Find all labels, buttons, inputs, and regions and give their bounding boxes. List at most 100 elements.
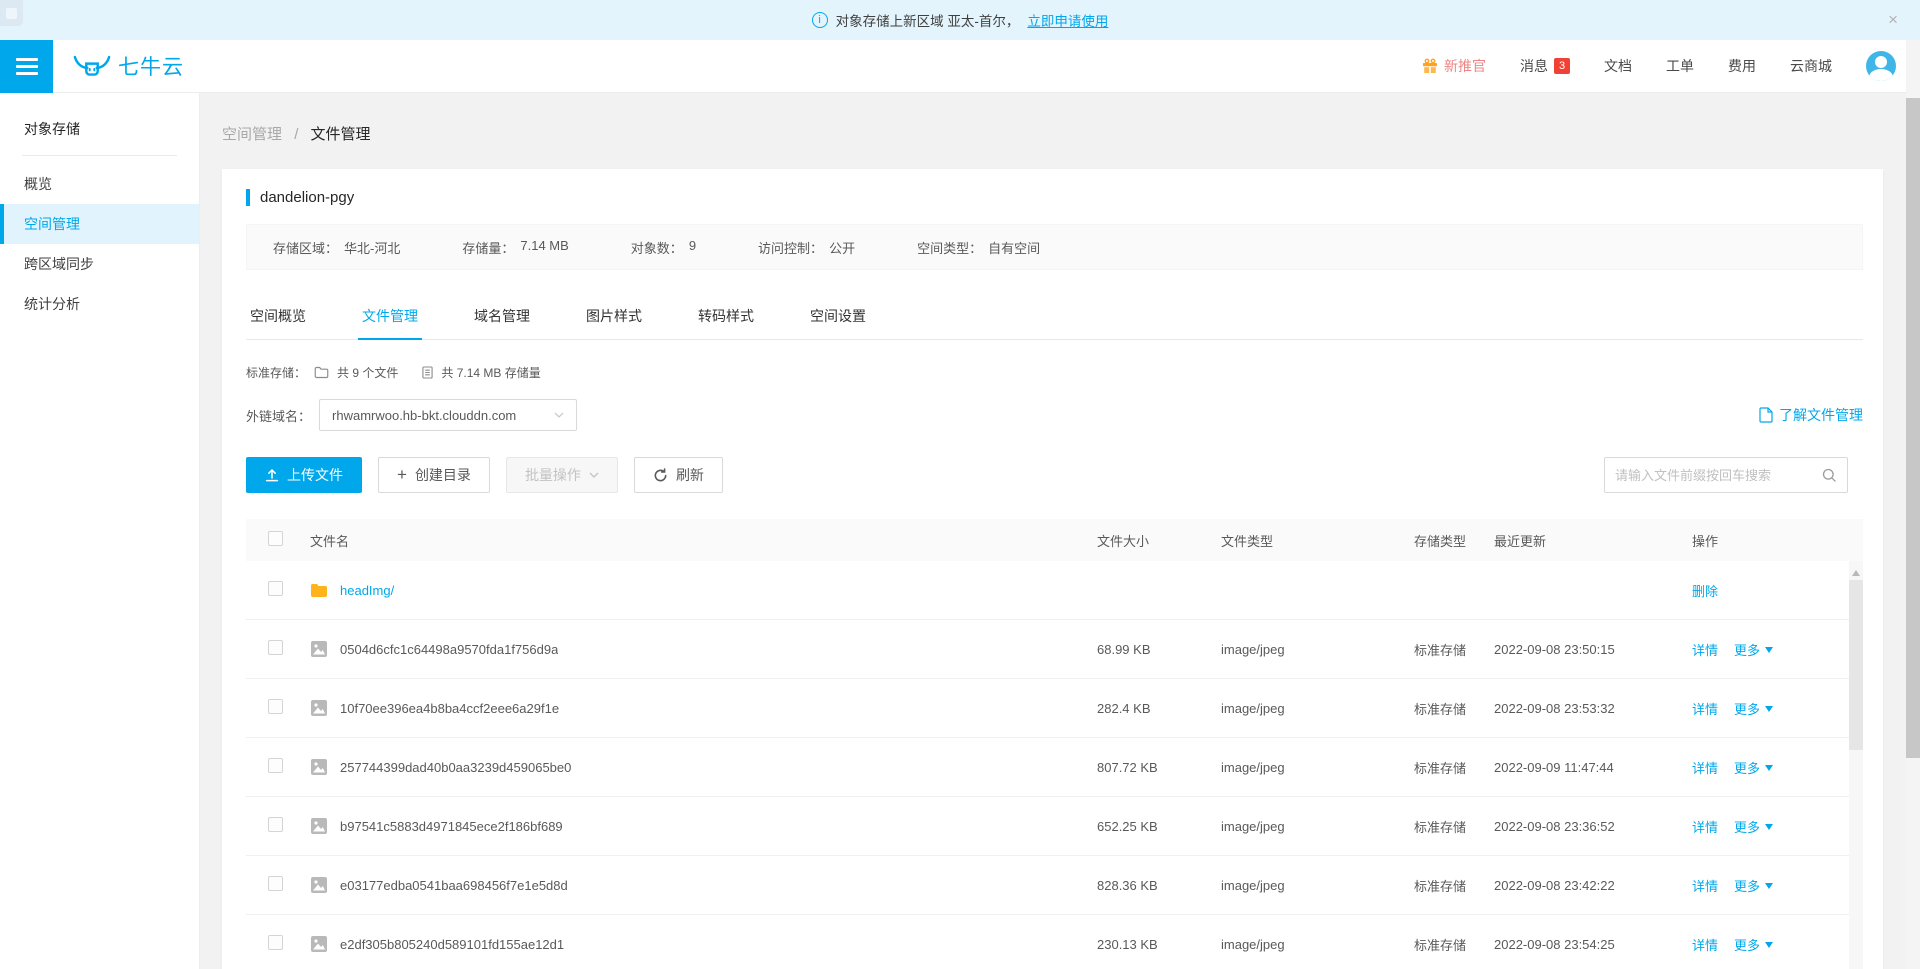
row-checkbox[interactable] bbox=[268, 758, 283, 773]
storage-type: 标准存储 bbox=[1414, 937, 1467, 953]
file-size: 652.25 KB bbox=[1097, 818, 1158, 834]
page-scrollbar[interactable] bbox=[1906, 40, 1920, 969]
detail-link[interactable]: 详情 bbox=[1692, 817, 1718, 836]
caret-down-icon bbox=[1765, 705, 1774, 716]
summary-file-count: 共 9 个文件 bbox=[337, 366, 399, 380]
select-all-checkbox[interactable] bbox=[268, 531, 283, 546]
file-table: 文件名 文件大小 文件类型 存储类型 最近更新 操作 headImg/ 删除 0… bbox=[246, 519, 1863, 969]
menu-button[interactable] bbox=[0, 39, 53, 93]
detail-link[interactable]: 详情 bbox=[1692, 640, 1718, 659]
nav-billing[interactable]: 费用 bbox=[1728, 56, 1756, 76]
row-checkbox[interactable] bbox=[268, 640, 283, 655]
table-scrollbar-thumb[interactable] bbox=[1849, 580, 1863, 750]
col-actions: 操作 bbox=[1692, 533, 1719, 549]
more-dropdown[interactable]: 更多 bbox=[1734, 935, 1774, 954]
bucket-name: dandelion-pgy bbox=[260, 189, 355, 206]
notification-apply-link[interactable]: 立即申请使用 bbox=[1027, 10, 1108, 30]
info-label: 存储量： bbox=[462, 240, 515, 256]
info-value: 9 bbox=[688, 237, 697, 253]
info-label: 存储区域： bbox=[273, 240, 339, 256]
file-type: image/jpeg bbox=[1221, 641, 1285, 657]
more-dropdown[interactable]: 更多 bbox=[1734, 758, 1774, 777]
nav-promoter[interactable]: 新推官 bbox=[1422, 56, 1486, 76]
tab-bucket-overview[interactable]: 空间概览 bbox=[246, 296, 310, 340]
more-dropdown[interactable]: 更多 bbox=[1734, 699, 1774, 718]
storage-volume-icon bbox=[422, 366, 433, 379]
breadcrumb-separator: / bbox=[294, 126, 299, 143]
refresh-button[interactable]: 刷新 bbox=[633, 457, 723, 493]
more-dropdown[interactable]: 更多 bbox=[1734, 640, 1774, 659]
more-dropdown[interactable]: 更多 bbox=[1734, 876, 1774, 895]
tab-domain-management[interactable]: 域名管理 bbox=[470, 296, 534, 340]
scroll-up-icon[interactable] bbox=[1852, 566, 1860, 576]
image-file-icon bbox=[310, 640, 328, 658]
file-search-box bbox=[1604, 457, 1848, 493]
plus-icon: + bbox=[397, 465, 407, 484]
corner-widget[interactable] bbox=[0, 0, 23, 26]
search-icon[interactable] bbox=[1822, 468, 1837, 483]
image-file-icon bbox=[310, 699, 328, 717]
nav-messages[interactable]: 消息 3 bbox=[1520, 56, 1570, 76]
file-size: 807.72 KB bbox=[1097, 759, 1158, 775]
info-label: 对象数： bbox=[630, 240, 683, 256]
message-count-badge: 3 bbox=[1554, 58, 1570, 74]
sidebar-item-cross-region-sync[interactable]: 跨区域同步 bbox=[0, 244, 199, 284]
detail-link[interactable]: 详情 bbox=[1692, 876, 1718, 895]
main-content: 空间管理 / 文件管理 dandelion-pgy 存储区域： 华北-河北 存储量… bbox=[200, 93, 1920, 969]
storage-type: 标准存储 bbox=[1414, 819, 1467, 835]
tab-bucket-settings[interactable]: 空间设置 bbox=[806, 296, 870, 340]
tab-image-styles[interactable]: 图片样式 bbox=[582, 296, 646, 340]
bucket-tabs: 空间概览 文件管理 域名管理 图片样式 转码样式 空间设置 bbox=[246, 296, 1863, 340]
qiniu-console-screen: i 对象存储上新区域 亚太-首尔， 立即申请使用 × 七牛云 新推官 消息 3 … bbox=[0, 0, 1920, 969]
header-nav: 新推官 消息 3 文档 工单 费用 云商城 bbox=[1422, 51, 1920, 81]
nav-docs[interactable]: 文档 bbox=[1604, 56, 1632, 76]
divider bbox=[22, 155, 177, 156]
sidebar: 对象存储 概览 空间管理 跨区域同步 统计分析 bbox=[0, 93, 200, 969]
detail-link[interactable]: 详情 bbox=[1692, 758, 1718, 777]
bucket-info-strip: 存储区域： 华北-河北 存储量： 7.14 MB 对象数： 9 访问控制： 公开 空间类… bbox=[246, 224, 1863, 270]
nav-tickets[interactable]: 工单 bbox=[1666, 56, 1694, 76]
sidebar-item-bucket-management[interactable]: 空间管理 bbox=[0, 204, 199, 244]
avatar[interactable] bbox=[1866, 51, 1896, 81]
learn-file-management-link[interactable]: 了解文件管理 bbox=[1759, 405, 1863, 425]
image-file-icon bbox=[310, 758, 328, 776]
table-header: 文件名 文件大小 文件类型 存储类型 最近更新 操作 bbox=[246, 519, 1863, 561]
search-input[interactable] bbox=[1615, 467, 1822, 483]
file-name: e2df305b805240d589101fd155ae12d1 bbox=[340, 936, 565, 952]
qiniu-logo[interactable]: 七牛云 bbox=[73, 51, 184, 81]
caret-down-icon bbox=[1765, 823, 1774, 834]
col-file-name: 文件名 bbox=[310, 533, 350, 549]
row-checkbox[interactable] bbox=[268, 817, 283, 832]
table-row: 257744399dad40b0aa3239d459065be0 807.72 … bbox=[246, 738, 1863, 797]
caret-down-icon bbox=[1765, 764, 1774, 775]
row-checkbox[interactable] bbox=[268, 581, 283, 596]
close-icon[interactable]: × bbox=[1888, 11, 1898, 28]
detail-link[interactable]: 详情 bbox=[1692, 699, 1718, 718]
table-rows: headImg/ 删除 0504d6cfc1c64498a9570fda1f75… bbox=[246, 561, 1863, 969]
nav-marketplace[interactable]: 云商城 bbox=[1790, 56, 1832, 76]
table-scrollbar[interactable] bbox=[1849, 561, 1863, 969]
file-type: image/jpeg bbox=[1221, 877, 1285, 893]
detail-link[interactable]: 详情 bbox=[1692, 935, 1718, 954]
breadcrumb-parent[interactable]: 空间管理 bbox=[222, 126, 282, 143]
create-directory-button[interactable]: + 创建目录 bbox=[378, 457, 490, 493]
row-checkbox[interactable] bbox=[268, 876, 283, 891]
folder-name-link[interactable]: headImg/ bbox=[340, 583, 394, 598]
upload-file-button[interactable]: 上传文件 bbox=[246, 457, 362, 493]
chevron-down-icon bbox=[589, 472, 599, 478]
tab-file-management[interactable]: 文件管理 bbox=[358, 296, 422, 340]
more-dropdown[interactable]: 更多 bbox=[1734, 817, 1774, 836]
page-scrollbar-thumb[interactable] bbox=[1906, 98, 1920, 758]
sidebar-item-overview[interactable]: 概览 bbox=[0, 164, 199, 204]
file-size: 282.4 KB bbox=[1097, 700, 1151, 716]
row-checkbox[interactable] bbox=[268, 699, 283, 714]
batch-operation-button[interactable]: 批量操作 bbox=[505, 457, 618, 493]
file-type: image/jpeg bbox=[1221, 759, 1285, 775]
delete-link[interactable]: 删除 bbox=[1692, 581, 1718, 600]
tab-transcode-styles[interactable]: 转码样式 bbox=[694, 296, 758, 340]
row-checkbox[interactable] bbox=[268, 935, 283, 950]
domain-select[interactable]: rhwamrwoo.hb-bkt.clouddn.com bbox=[319, 399, 578, 431]
info-label: 空间类型： bbox=[917, 240, 983, 256]
sidebar-item-statistics[interactable]: 统计分析 bbox=[0, 284, 199, 324]
file-name: 0504d6cfc1c64498a9570fda1f756d9a bbox=[340, 641, 559, 657]
